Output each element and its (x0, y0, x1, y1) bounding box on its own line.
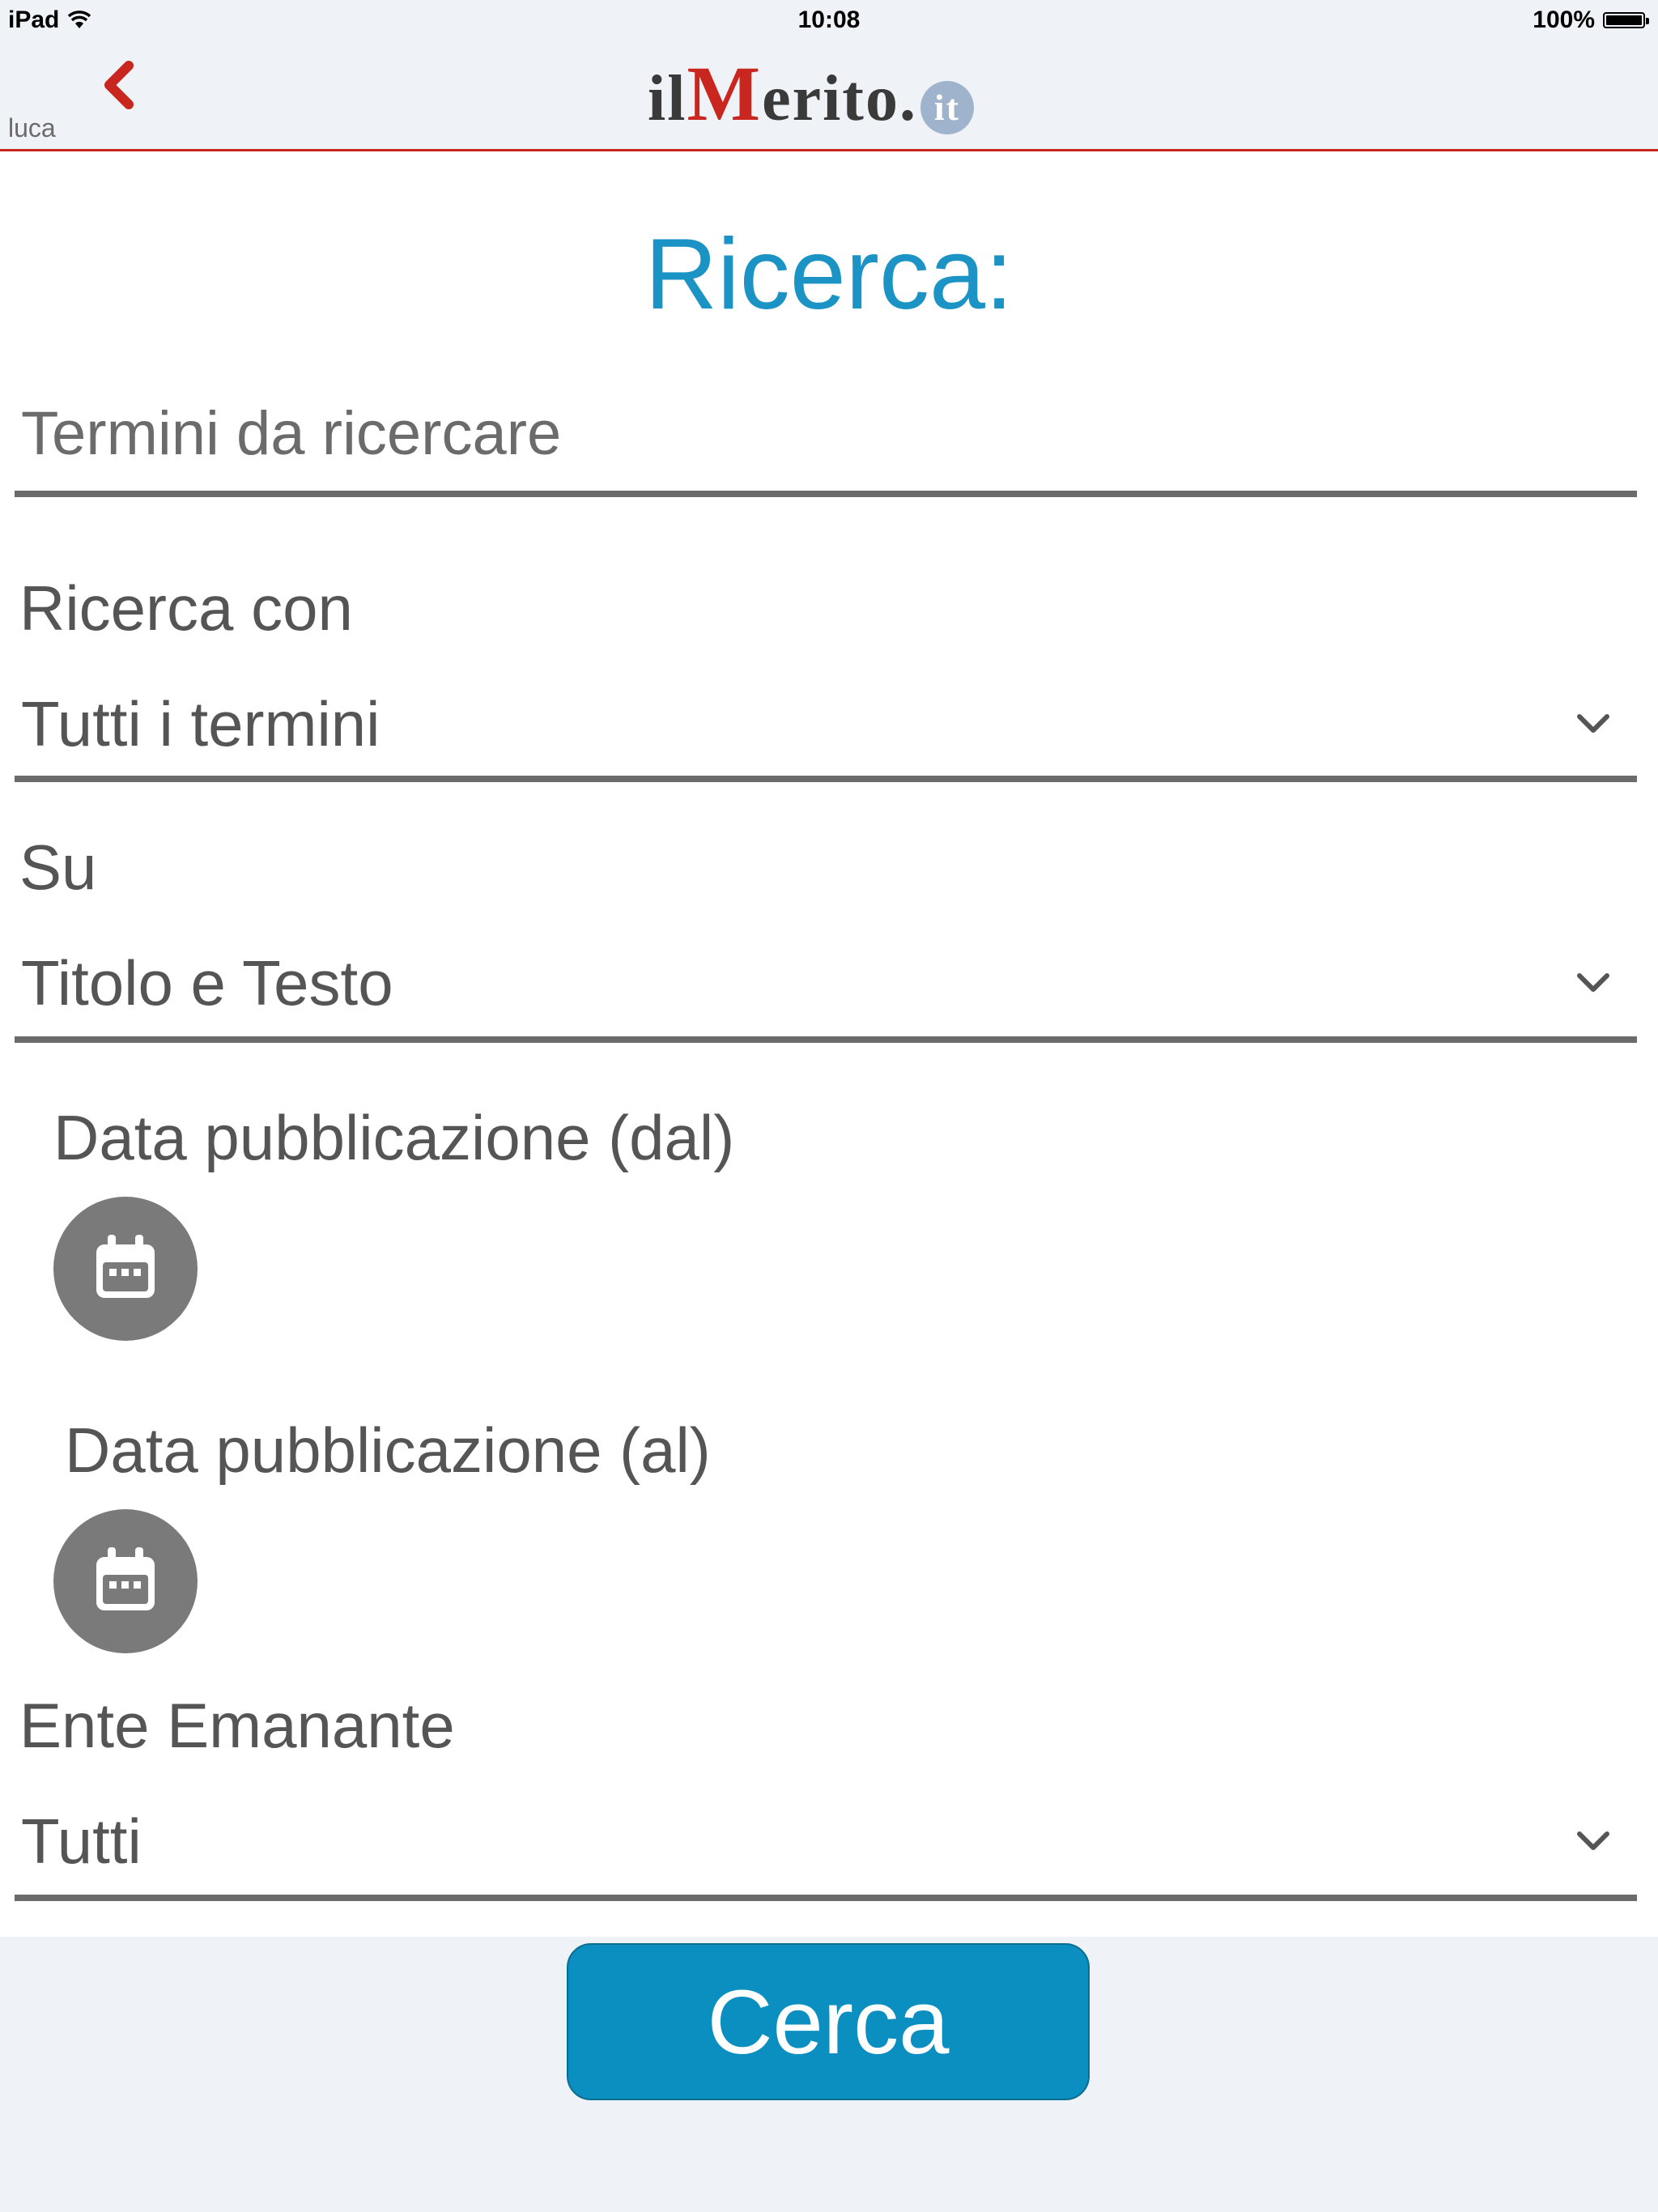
calendar-icon (85, 1539, 166, 1624)
ente-label: Ente Emanante (19, 1690, 455, 1761)
chevron-left-icon (100, 60, 135, 113)
chevron-down-icon (1569, 959, 1618, 1007)
app-logo: il Merito. it (648, 49, 974, 137)
status-right: 100% (1533, 6, 1649, 34)
ente-underline (15, 1895, 1637, 1901)
su-label: Su (19, 832, 97, 903)
ricerca-con-select[interactable]: Tutti i termini (15, 675, 1637, 772)
data-dal-label: Data pubblicazione (dal) (53, 1102, 735, 1173)
ricerca-con-underline (15, 776, 1637, 782)
data-al-calendar-button[interactable] (53, 1509, 198, 1653)
top-bar: iPad 10:08 100% luca il Merito. it (0, 0, 1658, 151)
chevron-down-icon (1569, 1817, 1618, 1865)
su-select[interactable]: Titolo e Testo (15, 934, 1637, 1032)
su-underline (15, 1036, 1637, 1043)
data-al-label: Data pubblicazione (al) (65, 1414, 711, 1486)
page-title: Ricerca: (644, 219, 1014, 330)
battery-icon (1603, 12, 1649, 28)
chevron-down-icon (1569, 700, 1618, 748)
user-name: luca (8, 113, 56, 143)
calendar-icon (85, 1227, 166, 1312)
status-time: 10:08 (797, 6, 861, 33)
su-value: Titolo e Testo (21, 946, 393, 1019)
ente-select[interactable]: Tutti (15, 1793, 1637, 1890)
battery-percent: 100% (1533, 6, 1595, 33)
search-input[interactable] (15, 381, 1637, 486)
cerca-button[interactable]: Cerca (567, 1943, 1090, 2100)
ricerca-con-value: Tutti i termini (21, 687, 380, 759)
search-underline (15, 491, 1637, 497)
back-button[interactable] (89, 58, 146, 115)
data-dal-calendar-button[interactable] (53, 1197, 198, 1341)
ente-value: Tutti (21, 1805, 142, 1877)
ricerca-con-label: Ricerca con (19, 572, 353, 644)
